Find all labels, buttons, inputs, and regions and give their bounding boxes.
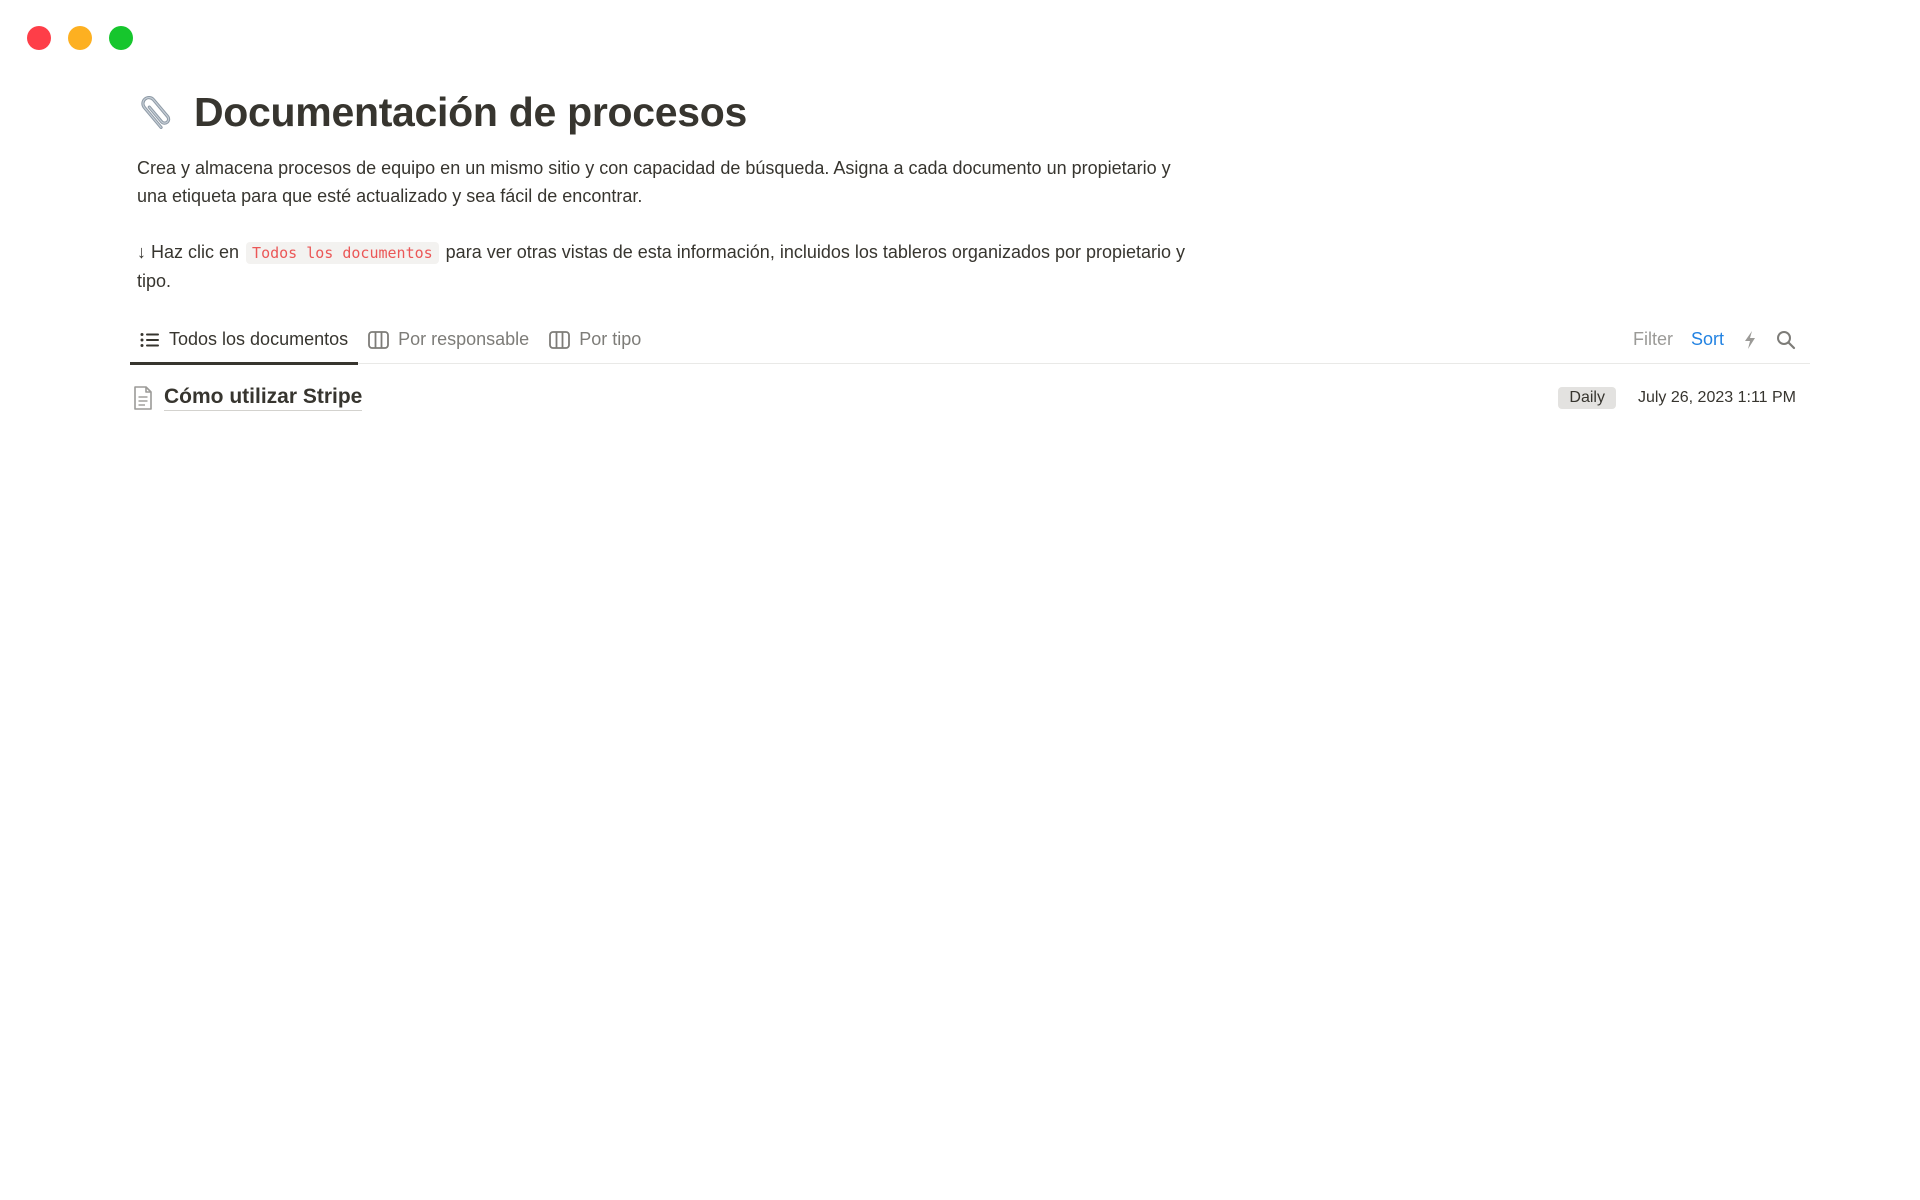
sort-button[interactable]: Sort: [1691, 329, 1724, 350]
page-description: Crea y almacena procesos de equipo en un…: [130, 154, 1190, 295]
tab-todos-los-documentos[interactable]: Todos los documentos: [130, 316, 359, 365]
date-value: July 26, 2023 1:11 PM: [1637, 389, 1796, 406]
type-tag: Daily: [1558, 387, 1616, 409]
inline-code-view-name: Todos los documentos: [246, 242, 439, 264]
list-item-title[interactable]: Cómo utilizar Stripe: [164, 385, 363, 411]
tab-label: Por tipo: [579, 329, 642, 349]
tab-label: Todos los documentos: [169, 329, 349, 349]
page-content: Documentación de procesos Crea y almacen…: [130, 86, 1810, 411]
tab-por-responsable[interactable]: Por responsable: [358, 316, 539, 363]
paperclip-icon[interactable]: [130, 86, 182, 138]
board-icon: [368, 330, 390, 349]
board-icon: [549, 330, 571, 349]
page-header: Documentación de procesos: [130, 86, 1810, 138]
description-paragraph: Crea y almacena procesos de equipo en un…: [137, 158, 1171, 206]
view-toolbar: Filter Sort: [1633, 316, 1810, 363]
view-tabs-bar: Todos los documentos Por responsable Por…: [130, 316, 1810, 365]
tab-por-tipo[interactable]: Por tipo: [539, 316, 651, 363]
window-controls: [27, 26, 133, 50]
filter-button[interactable]: Filter: [1633, 329, 1673, 350]
maximize-window-button[interactable]: [109, 26, 133, 50]
lightning-icon[interactable]: [1742, 330, 1758, 350]
page-title: Documentación de procesos: [194, 88, 747, 135]
minimize-window-button[interactable]: [68, 26, 92, 50]
close-window-button[interactable]: [27, 26, 51, 50]
list-icon: [140, 332, 160, 348]
tab-label: Por responsable: [398, 329, 530, 349]
document-icon: [130, 384, 156, 412]
hint-paragraph: ↓ Haz clic en Todos los documentos para …: [137, 238, 1190, 295]
list-item[interactable]: Cómo utilizar Stripe Daily July 26, 2023…: [130, 378, 1810, 418]
search-icon[interactable]: [1776, 330, 1796, 350]
down-arrow-icon: ↓: [137, 242, 146, 262]
hint-text-before: Haz clic en: [146, 242, 245, 262]
list-item-properties: Daily July 26, 2023 1:11 PM: [1558, 387, 1810, 409]
